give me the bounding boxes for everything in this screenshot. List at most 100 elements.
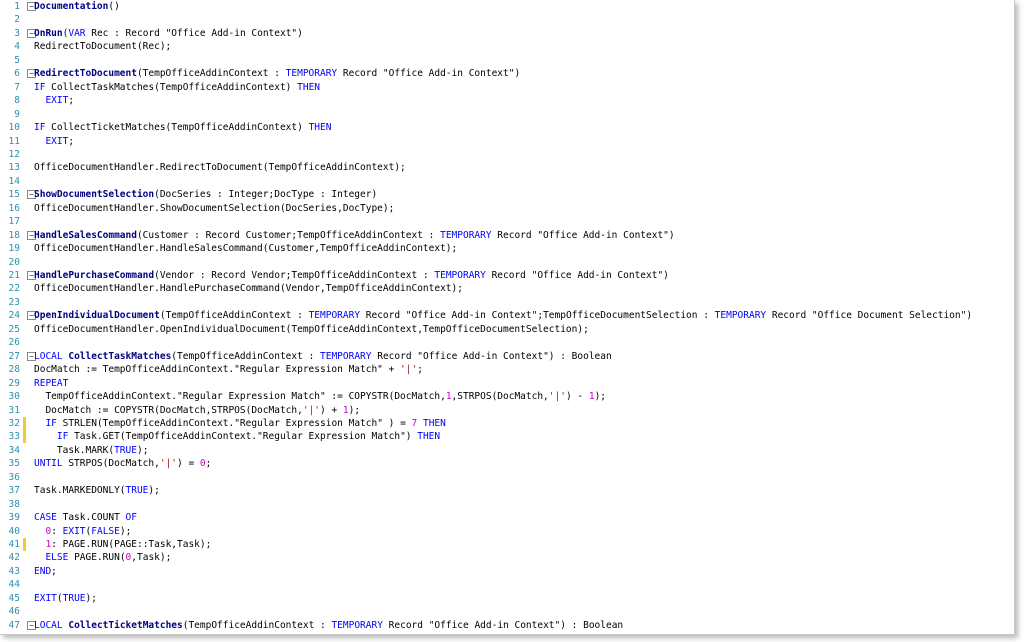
- code-token: TempOfficeAddinContext."Regular Expressi…: [34, 391, 446, 403]
- code-line[interactable]: 38: [0, 498, 1014, 511]
- code-line[interactable]: 40 0: EXIT(FALSE);: [0, 525, 1014, 538]
- code-line[interactable]: 34 Task.MARK(TRUE);: [0, 444, 1014, 457]
- code-line[interactable]: 19 OfficeDocumentHandler.HandleSalesComma…: [0, 242, 1014, 255]
- code-token: Task.GET(TempOfficeAddinContext."Regular…: [68, 431, 418, 443]
- code-line[interactable]: 41 1: PAGE.RUN(PAGE::Task,Task);: [0, 538, 1014, 551]
- code-line[interactable]: 20: [0, 256, 1014, 269]
- change-marker: [23, 538, 26, 551]
- code-text: IF STRLEN(TempOfficeAddinContext."Regula…: [34, 417, 445, 430]
- code-line[interactable]: 47− LOCAL CollectTicketMatches(TempOffice…: [0, 619, 1014, 632]
- code-text: EXIT;: [34, 135, 74, 148]
- code-token: ShowDocumentSelection: [34, 189, 155, 201]
- code-line[interactable]: 7 IF CollectTaskMatches(TempOfficeAddinCo…: [0, 81, 1014, 94]
- code-line[interactable]: 8 EXIT;: [0, 94, 1014, 107]
- code-token: TRUE: [114, 444, 137, 456]
- code-line[interactable]: 4 RedirectToDocument(Rec);: [0, 40, 1014, 53]
- code-line[interactable]: 1− Documentation(): [0, 0, 1014, 13]
- code-line[interactable]: 6− RedirectToDocument(TempOfficeAddinCont…: [0, 67, 1014, 80]
- code-token: OfficeDocumentHandler.OpenIndividualDocu…: [34, 323, 589, 335]
- code-line[interactable]: 33 IF Task.GET(TempOfficeAddinContext."R…: [0, 430, 1014, 444]
- code-line[interactable]: 45 EXIT(TRUE);: [0, 592, 1014, 605]
- code-token: ;: [68, 95, 75, 107]
- code-line[interactable]: 9: [0, 108, 1014, 121]
- code-token: CollectTicketMatches: [68, 619, 183, 631]
- code-line[interactable]: 13 OfficeDocumentHandler.RedirectToDocume…: [0, 161, 1014, 174]
- code-token: ,Task);: [131, 552, 172, 564]
- code-line[interactable]: 2: [0, 13, 1014, 26]
- code-line[interactable]: 35 UNTIL STRPOS(DocMatch,'|') = 0;: [0, 457, 1014, 470]
- code-line[interactable]: 36: [0, 471, 1014, 484]
- code-line[interactable]: 46: [0, 605, 1014, 618]
- code-line[interactable]: 29 REPEAT: [0, 377, 1014, 390]
- code-token: (TempOfficeAddinContext :: [159, 310, 309, 322]
- code-token: CollectTicketMatches(TempOfficeAddinCont…: [45, 122, 309, 134]
- code-token: EXIT: [62, 525, 86, 537]
- code-text: Task.MARKEDONLY(TRUE);: [34, 484, 160, 497]
- code-text: Task.MARK(TRUE);: [34, 444, 149, 457]
- code-token: PAGE.RUN(: [68, 552, 126, 564]
- code-text: CASE Task.COUNT OF: [34, 511, 137, 524]
- code-line[interactable]: 10 IF CollectTicketMatches(TempOfficeAddi…: [0, 121, 1014, 134]
- code-line[interactable]: 15− ShowDocumentSelection(DocSeries : Int…: [0, 188, 1014, 201]
- code-token: VAR: [68, 27, 86, 39]
- code-editor[interactable]: 1− Documentation() 2 3− OnRun(VAR Rec : Reco…: [0, 0, 1015, 635]
- code-token: ) -: [565, 391, 589, 403]
- code-token: (Vendor : Record Vendor;TempOfficeAddinC…: [154, 270, 435, 281]
- code-text: RedirectToDocument(Rec);: [34, 40, 171, 53]
- code-line[interactable]: 30 TempOfficeAddinContext."Regular Expre…: [0, 390, 1014, 403]
- code-token: TEMPORARY: [285, 68, 338, 80]
- code-token: '|': [302, 404, 320, 416]
- code-line[interactable]: 28 DocMatch := TempOfficeAddinContext."Re…: [0, 363, 1014, 376]
- code-line[interactable]: 12: [0, 148, 1014, 161]
- code-line[interactable]: 39 CASE Task.COUNT OF: [0, 511, 1014, 524]
- code-line[interactable]: 25 OfficeDocumentHandler.OpenIndividualDo…: [0, 323, 1014, 336]
- code-line[interactable]: 42 ELSE PAGE.RUN(0,Task);: [0, 551, 1014, 564]
- code-line[interactable]: 3− OnRun(VAR Rec : Record "Office Add-in …: [0, 27, 1014, 40]
- code-token: RedirectToDocument(Rec);: [34, 41, 172, 53]
- code-text: ELSE PAGE.RUN(0,Task);: [34, 551, 171, 564]
- code-token: ;: [417, 364, 423, 376]
- code-token: OfficeDocumentHandler.RedirectToDocument…: [34, 162, 406, 174]
- code-line[interactable]: 17: [0, 215, 1014, 228]
- code-line[interactable]: 11 EXIT;: [0, 135, 1014, 148]
- code-token: RedirectToDocument: [34, 68, 137, 80]
- code-line[interactable]: 16 OfficeDocumentHandler.ShowDocumentSele…: [0, 202, 1014, 215]
- code-line[interactable]: 31 DocMatch := COPYSTR(DocMatch,STRPOS(D…: [0, 404, 1014, 417]
- code-line[interactable]: 37 Task.MARKEDONLY(TRUE);: [0, 484, 1014, 497]
- code-token: CollectTaskMatches(TempOfficeAddinContex…: [45, 81, 298, 93]
- line-number: 10: [8, 122, 20, 134]
- code-token: OfficeDocumentHandler.HandlePurchaseComm…: [34, 283, 463, 295]
- line-number: 46: [8, 606, 20, 618]
- line-number: 18: [8, 229, 20, 241]
- code-token: OpenIndividualDocument: [34, 310, 160, 322]
- line-number: 33: [8, 431, 20, 443]
- line-number: 30: [8, 391, 20, 403]
- code-line[interactable]: 26: [0, 336, 1014, 349]
- code-line[interactable]: 24− OpenIndividualDocument(TempOfficeAddi…: [0, 309, 1014, 322]
- code-token: HandleSalesCommand: [34, 229, 137, 241]
- code-line[interactable]: 27− LOCAL CollectTaskMatches(TempOfficeAd…: [0, 350, 1014, 363]
- code-text: OfficeDocumentHandler.HandleSalesCommand…: [34, 242, 457, 255]
- code-line[interactable]: 44: [0, 578, 1014, 591]
- code-line[interactable]: 22 OfficeDocumentHandler.HandlePurchaseCo…: [0, 282, 1014, 295]
- code-line[interactable]: 43 END;: [0, 565, 1014, 578]
- code-line[interactable]: 32 IF STRLEN(TempOfficeAddinContext."Reg…: [0, 416, 1014, 430]
- code-line[interactable]: 23: [0, 296, 1014, 309]
- code-token: TEMPORARY: [320, 350, 372, 362]
- code-token: END: [34, 565, 52, 577]
- line-number: 22: [8, 283, 20, 295]
- code-token: Record "Office Add-in Context";TempOffic…: [360, 310, 715, 322]
- code-line[interactable]: 5: [0, 54, 1014, 67]
- line-number: 36: [8, 471, 20, 483]
- code-text: OnRun(VAR Rec : Record "Office Add-in Co…: [34, 27, 303, 40]
- line-number: 14: [8, 175, 20, 187]
- code-line[interactable]: 21− HandlePurchaseCommand(Vendor : Record…: [0, 269, 1014, 282]
- code-line[interactable]: 14: [0, 175, 1014, 188]
- line-number: 45: [8, 592, 20, 604]
- line-number: 25: [8, 323, 20, 335]
- line-number: 47: [8, 619, 20, 631]
- code-line[interactable]: 18− HandleSalesCommand(Customer : Record …: [0, 229, 1014, 242]
- code-token: EXIT: [34, 592, 57, 604]
